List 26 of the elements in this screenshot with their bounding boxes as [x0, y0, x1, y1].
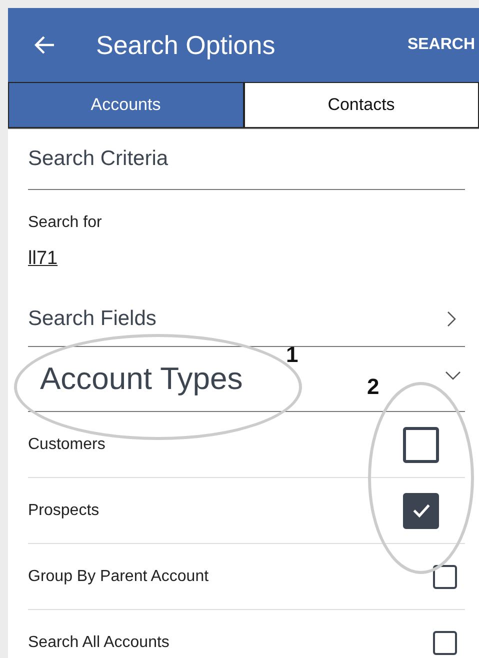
checkbox[interactable]: [433, 630, 457, 654]
option-label: Prospects: [28, 502, 100, 520]
checkbox[interactable]: [403, 426, 439, 462]
search-button[interactable]: SEARCH: [407, 36, 479, 54]
chevron-right-icon[interactable]: [447, 311, 457, 327]
callout-number: 1: [286, 342, 298, 368]
option-label: Group By Parent Account: [28, 568, 209, 586]
checkbox[interactable]: [433, 564, 457, 588]
search-fields-link[interactable]: Search Fields: [28, 307, 156, 331]
option-label: Search All Accounts: [28, 634, 170, 652]
field-label: Search for: [28, 214, 103, 232]
chevron-down-icon[interactable]: [445, 371, 461, 381]
search-value[interactable]: ll71: [28, 248, 58, 270]
section-heading: Account Types: [40, 361, 243, 397]
option-row[interactable]: Prospects: [28, 478, 465, 544]
tab[interactable]: Accounts: [8, 82, 244, 128]
tab[interactable]: Contacts: [244, 82, 479, 128]
checkbox[interactable]: [403, 492, 439, 528]
callout-number: 2: [367, 374, 380, 400]
screen-title: Search Options: [96, 30, 276, 60]
section-heading: Search Criteria: [28, 147, 168, 171]
back-icon[interactable]: [34, 35, 56, 55]
option-row[interactable]: Search All Accounts: [28, 610, 465, 658]
option-row[interactable]: Group By Parent Account: [28, 544, 465, 610]
option-row[interactable]: Customers: [28, 412, 465, 478]
option-label: Customers: [28, 436, 106, 454]
